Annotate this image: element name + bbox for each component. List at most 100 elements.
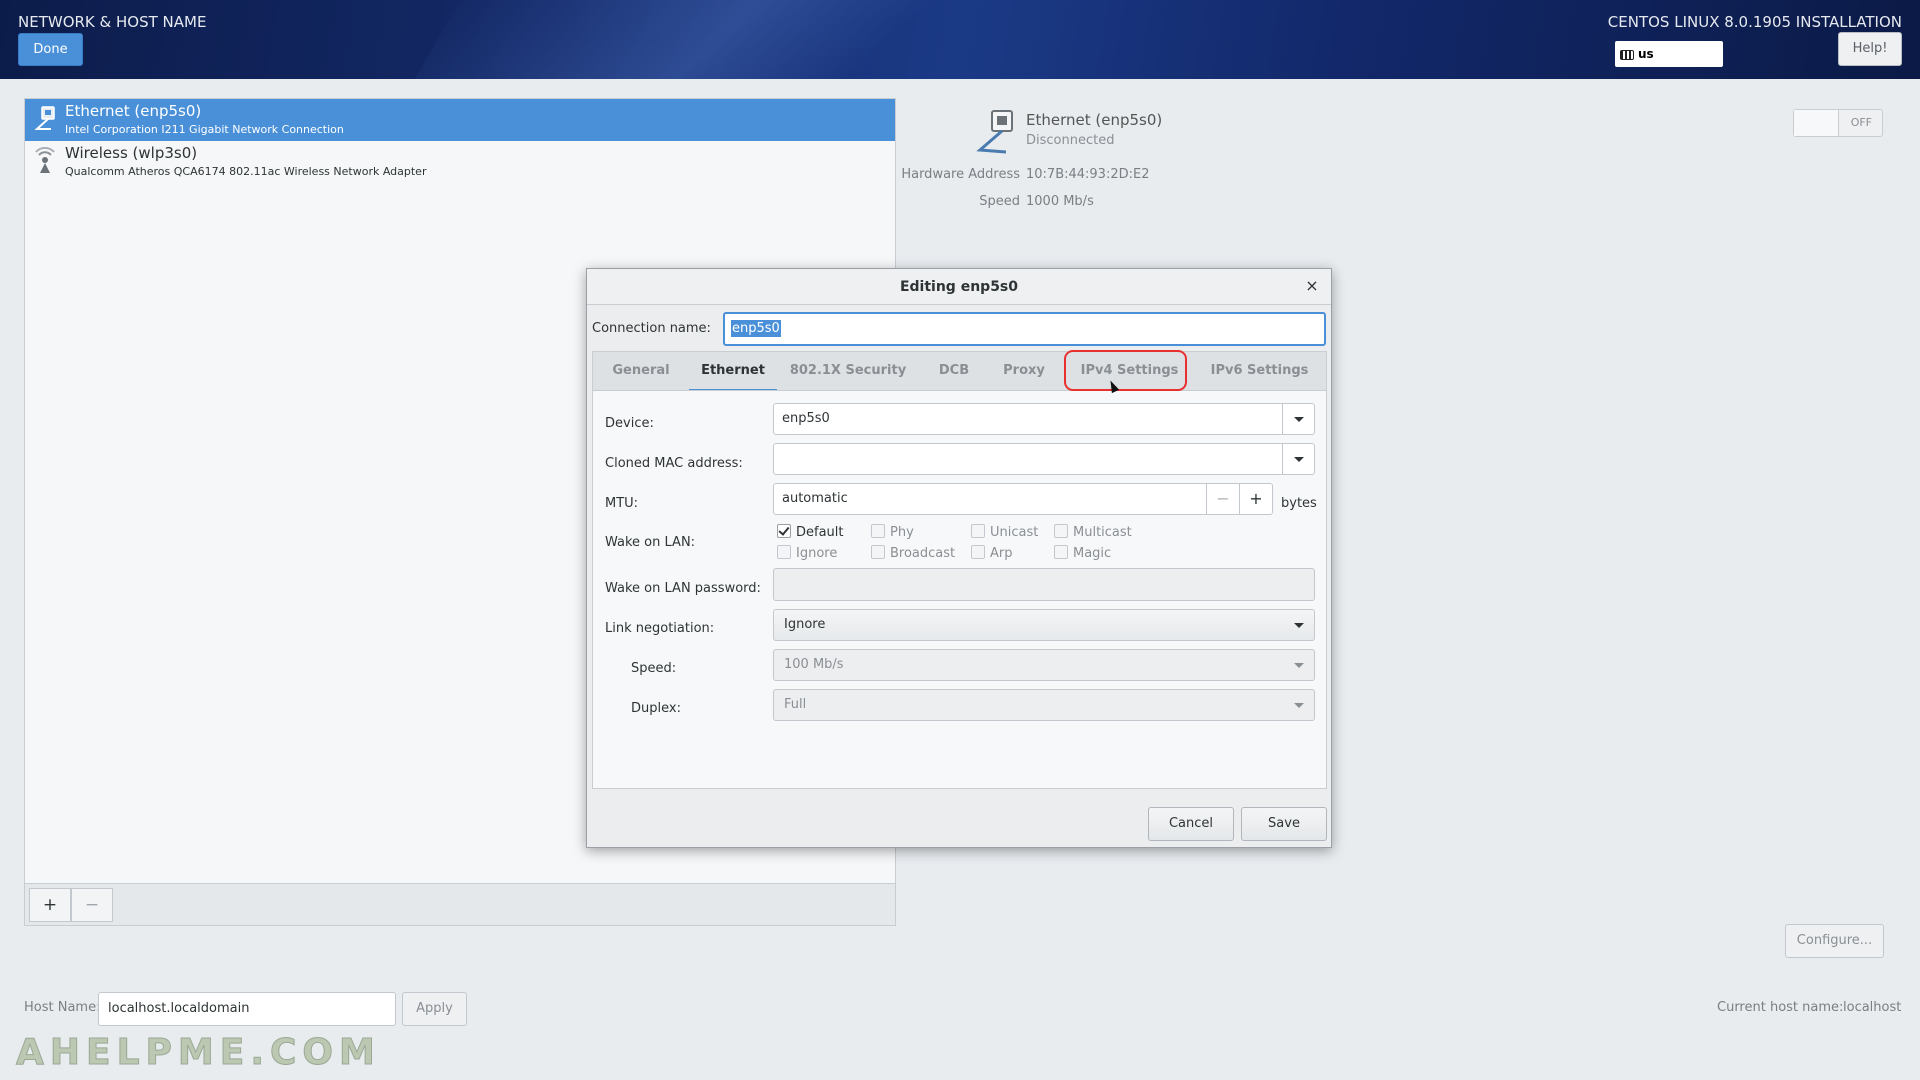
- checkbox-label: Broadcast: [890, 546, 956, 561]
- mtu-decrement-button[interactable]: −: [1206, 484, 1239, 514]
- wireless-icon: [35, 147, 55, 173]
- wol-password-label: Wake on LAN password:: [605, 581, 761, 596]
- cloned-mac-combo[interactable]: [773, 443, 1315, 475]
- watermark: AHELPME.COM: [16, 1032, 381, 1074]
- current-host-name-value: localhost: [1843, 1000, 1902, 1015]
- connection-toggle[interactable]: OFF: [1793, 109, 1883, 137]
- close-icon[interactable]: ×: [1303, 277, 1321, 295]
- mtu-spin[interactable]: automatic − +: [773, 483, 1273, 515]
- checkbox-box: [971, 545, 985, 559]
- cloned-mac-dropdown[interactable]: [1282, 444, 1314, 474]
- checkmark-icon: [778, 524, 790, 536]
- checkbox-box: [1054, 545, 1068, 559]
- host-name-input[interactable]: localhost.localdomain: [98, 992, 396, 1026]
- link-negotiation-label: Link negotiation:: [605, 621, 715, 636]
- wol-unicast-checkbox[interactable]: Unicast: [971, 524, 1038, 540]
- chevron-down-icon: [1294, 663, 1304, 668]
- done-button[interactable]: Done: [18, 33, 83, 66]
- chevron-down-icon: [1294, 623, 1304, 628]
- current-host-name-label: Current host name:: [1717, 1000, 1844, 1015]
- link-negotiation-dropdown[interactable]: Ignore: [773, 609, 1315, 641]
- mtu-increment-button[interactable]: +: [1239, 484, 1272, 514]
- device-row-wireless[interactable]: Wireless (wlp3s0) Qualcomm Atheros QCA61…: [25, 141, 895, 183]
- detail-device-name: Ethernet (enp5s0): [1026, 111, 1163, 129]
- configure-button[interactable]: Configure...: [1785, 924, 1884, 958]
- add-device-button[interactable]: +: [29, 888, 71, 922]
- host-name-label: Host Name:: [24, 1000, 101, 1015]
- wol-phy-checkbox[interactable]: Phy: [871, 524, 914, 540]
- checkbox-label: Default: [796, 525, 844, 540]
- checkbox-label: Unicast: [990, 525, 1039, 540]
- mtu-label: MTU:: [605, 496, 639, 511]
- tab-proxy[interactable]: Proxy: [989, 352, 1059, 392]
- toggle-knob: [1794, 110, 1839, 136]
- top-header: NETWORK & HOST NAME Done CENTOS LINUX 8.…: [0, 0, 1920, 79]
- checkbox-box: [871, 524, 885, 538]
- speed-value: 1000 Mb/s: [1026, 194, 1094, 209]
- checkbox-box: [871, 545, 885, 559]
- edit-connection-dialog: Editing enp5s0 × Connection name: enp5s0…: [586, 268, 1332, 848]
- checkbox-label: Multicast: [1073, 525, 1132, 540]
- connection-name-input[interactable]: enp5s0: [723, 312, 1326, 346]
- wol-password-input[interactable]: [773, 568, 1315, 601]
- ethernet-icon: [34, 106, 55, 130]
- duplex-value: Full: [784, 697, 807, 712]
- tab-dcb[interactable]: DCB: [919, 352, 989, 392]
- link-speed-dropdown[interactable]: 100 Mb/s: [773, 649, 1315, 681]
- checkbox-label: Phy: [890, 525, 914, 540]
- keyboard-layout-label: us: [1638, 47, 1654, 61]
- mtu-value: automatic: [782, 491, 848, 506]
- wol-default-checkbox[interactable]: Default: [777, 524, 844, 540]
- tab-8021x-security[interactable]: 802.1X Security: [777, 352, 919, 392]
- checkbox-label: Arp: [990, 546, 1013, 561]
- connection-name-value: enp5s0: [731, 320, 781, 337]
- mtu-unit: bytes: [1281, 496, 1317, 511]
- tab-ipv6-settings[interactable]: IPv6 Settings: [1191, 352, 1328, 392]
- tab-ethernet[interactable]: Ethernet: [689, 352, 777, 392]
- chevron-down-icon: [1294, 417, 1304, 422]
- help-button[interactable]: Help!: [1838, 32, 1902, 66]
- save-button[interactable]: Save: [1241, 807, 1327, 841]
- chevron-down-icon: [1294, 457, 1304, 462]
- cloned-mac-label: Cloned MAC address:: [605, 456, 743, 471]
- checkbox-box: [1054, 524, 1068, 538]
- duplex-label: Duplex:: [631, 701, 681, 716]
- ipv4-tab-highlight-ring: [1064, 350, 1187, 391]
- toggle-label: OFF: [1850, 116, 1872, 129]
- checkbox-box: [777, 545, 791, 559]
- device-name: Wireless (wlp3s0): [65, 144, 198, 162]
- device-row-ethernet[interactable]: Ethernet (enp5s0) Intel Corporation I211…: [25, 99, 895, 141]
- device-name: Ethernet (enp5s0): [65, 102, 202, 120]
- chevron-down-icon: [1294, 703, 1304, 708]
- installer-title: CENTOS LINUX 8.0.1905 INSTALLATION: [1607, 13, 1902, 31]
- wake-on-lan-label: Wake on LAN:: [605, 535, 696, 550]
- checkbox-box: [777, 524, 791, 538]
- apply-button[interactable]: Apply: [402, 992, 467, 1026]
- device-combo-dropdown[interactable]: [1282, 404, 1314, 434]
- device-list-toolbar: + −: [25, 883, 895, 925]
- checkbox-label: Ignore: [796, 546, 838, 561]
- link-speed-value: 100 Mb/s: [784, 657, 844, 672]
- wol-ignore-checkbox[interactable]: Ignore: [777, 545, 837, 561]
- wol-magic-checkbox[interactable]: Magic: [1054, 545, 1111, 561]
- link-speed-label: Speed:: [631, 661, 677, 676]
- device-combo-value: enp5s0: [782, 411, 830, 426]
- keyboard-icon: [1620, 49, 1634, 60]
- spoke-title: NETWORK & HOST NAME: [18, 13, 207, 31]
- connection-name-label: Connection name:: [592, 321, 711, 336]
- wol-multicast-checkbox[interactable]: Multicast: [1054, 524, 1132, 540]
- wol-broadcast-checkbox[interactable]: Broadcast: [871, 545, 955, 561]
- remove-device-button[interactable]: −: [71, 888, 113, 922]
- keyboard-layout-indicator[interactable]: us: [1615, 41, 1723, 67]
- speed-label: Speed: [979, 194, 1020, 209]
- wol-arp-checkbox[interactable]: Arp: [971, 545, 1013, 561]
- duplex-dropdown[interactable]: Full: [773, 689, 1315, 721]
- hardware-address-label: Hardware Address: [901, 167, 1020, 182]
- detail-device-status: Disconnected: [1026, 133, 1115, 148]
- cancel-button[interactable]: Cancel: [1148, 807, 1234, 841]
- device-label: Device:: [605, 416, 654, 431]
- checkbox-label: Magic: [1073, 546, 1112, 561]
- tab-general[interactable]: General: [593, 352, 689, 392]
- device-combo[interactable]: enp5s0: [773, 403, 1315, 435]
- settings-tabs: General Ethernet 802.1X Security DCB Pro…: [592, 351, 1328, 392]
